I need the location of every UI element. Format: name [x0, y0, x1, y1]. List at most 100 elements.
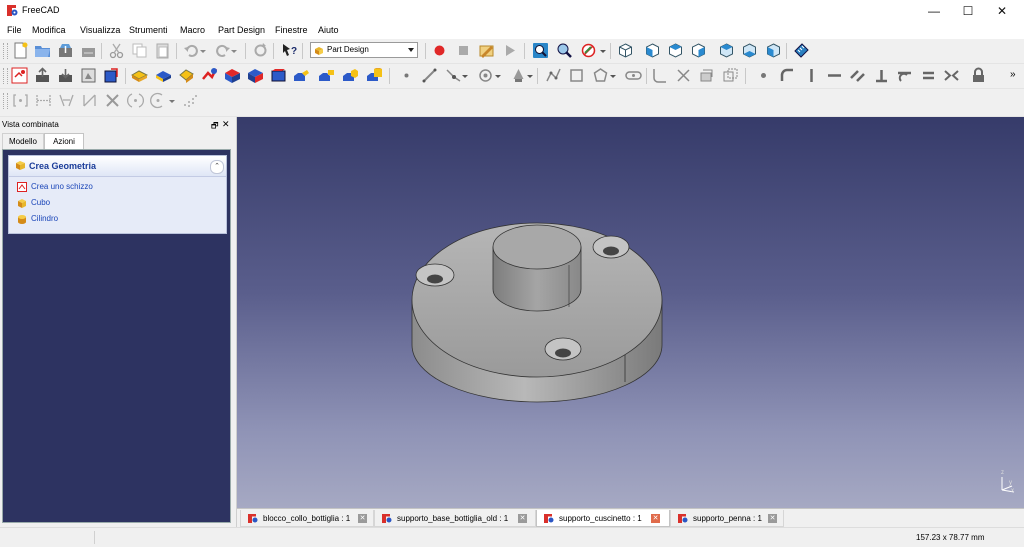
- task-box-header[interactable]: Crea Geometria ⌃: [9, 156, 226, 177]
- constraint-snell-icon[interactable]: [181, 92, 198, 109]
- doc-tab[interactable]: blocco_collo_bottiglia : 1 ✕: [240, 510, 374, 527]
- menu-file[interactable]: File: [7, 25, 22, 35]
- radius-dropdown-icon[interactable]: [168, 92, 176, 109]
- constraint-equal-icon[interactable]: [920, 67, 937, 84]
- view-right-icon[interactable]: [690, 42, 707, 59]
- doc-tab[interactable]: supporto_base_bottiglia_old : 1 ✕: [374, 510, 536, 527]
- sketch-slot-icon[interactable]: [625, 67, 642, 84]
- tab-azioni[interactable]: Azioni: [44, 133, 84, 149]
- constraint-radius-icon[interactable]: [127, 92, 144, 109]
- new-document-icon[interactable]: [12, 42, 29, 59]
- additive-pipe-icon[interactable]: [201, 67, 218, 84]
- panel-close-button[interactable]: ✕: [222, 119, 230, 130]
- cut-icon[interactable]: [108, 42, 125, 59]
- constraint-symmetric-icon[interactable]: [943, 67, 960, 84]
- draw-style-dropdown-icon[interactable]: [599, 42, 607, 59]
- 3d-view[interactable]: z y x: [237, 117, 1024, 508]
- pocket-icon[interactable]: [224, 67, 241, 84]
- menu-macro[interactable]: Macro: [180, 25, 205, 35]
- draw-style-icon[interactable]: [580, 42, 597, 59]
- close-tab-icon[interactable]: ✕: [518, 514, 527, 523]
- measure-distance-icon[interactable]: [793, 42, 810, 59]
- import-icon[interactable]: [57, 67, 74, 84]
- constraint-point-on-object-icon[interactable]: [779, 67, 796, 84]
- minimize-button[interactable]: —: [917, 0, 951, 22]
- datum-plane-icon[interactable]: [445, 67, 462, 84]
- part-model[interactable]: [237, 117, 1024, 508]
- constraint-distance-y-icon[interactable]: [58, 92, 75, 109]
- refresh-icon[interactable]: [252, 42, 269, 59]
- undo-dropdown-icon[interactable]: [199, 42, 207, 59]
- open-folder-icon[interactable]: [34, 42, 51, 59]
- sketch-external-icon[interactable]: [698, 67, 715, 84]
- view-left-icon[interactable]: [765, 42, 782, 59]
- macro-run-icon[interactable]: [501, 42, 518, 59]
- toolbar-overflow-button[interactable]: »: [1010, 69, 1016, 80]
- constraint-angle-icon[interactable]: [104, 92, 121, 109]
- close-tab-icon[interactable]: ✕: [651, 514, 660, 523]
- view-isometric-icon[interactable]: [617, 42, 634, 59]
- sketch-carbon-copy-icon[interactable]: [722, 67, 739, 84]
- datum-point-icon[interactable]: [398, 67, 415, 84]
- menu-aiuto[interactable]: Aiuto: [318, 25, 339, 35]
- create-body-icon[interactable]: [11, 67, 28, 84]
- clone-icon[interactable]: [103, 67, 120, 84]
- view-rear-icon[interactable]: [718, 42, 735, 59]
- additive-primitive-icon[interactable]: [342, 67, 359, 84]
- menu-strumenti[interactable]: Strumenti: [129, 25, 168, 35]
- constraint-parallel-icon[interactable]: [849, 67, 866, 84]
- constraint-coincident-icon[interactable]: [755, 67, 772, 84]
- constraint-perpendicular-icon[interactable]: [873, 67, 890, 84]
- menu-part-design[interactable]: Part Design: [218, 25, 265, 35]
- lcs-dropdown-icon[interactable]: [494, 67, 502, 84]
- groove-icon[interactable]: [270, 67, 287, 84]
- view-bottom-icon[interactable]: [741, 42, 758, 59]
- maximize-button[interactable]: ☐: [951, 0, 985, 22]
- macro-record-icon[interactable]: [431, 42, 448, 59]
- panel-float-button[interactable]: 🗗: [211, 120, 219, 134]
- menu-finestre[interactable]: Finestre: [275, 25, 308, 35]
- toolbar-grip[interactable]: [3, 68, 8, 84]
- datum-dropdown-icon[interactable]: [461, 67, 469, 84]
- doc-tab[interactable]: supporto_penna : 1 ✕: [670, 510, 784, 527]
- toolbar-grip[interactable]: [3, 93, 8, 109]
- sketch-dropdown-icon[interactable]: [526, 67, 534, 84]
- subtractive-pipe-icon[interactable]: [318, 67, 335, 84]
- fit-selection-icon[interactable]: [556, 42, 573, 59]
- paste-icon[interactable]: [154, 42, 171, 59]
- macro-edit-icon[interactable]: [478, 42, 495, 59]
- local-coordinate-system-icon[interactable]: [477, 67, 494, 84]
- workbench-selector[interactable]: Part Design: [310, 42, 418, 58]
- menu-modifica[interactable]: Modifica: [32, 25, 66, 35]
- constraint-vertical-icon[interactable]: [803, 67, 820, 84]
- whats-this-icon[interactable]: ?: [281, 42, 298, 59]
- sketch-on-face-icon[interactable]: [510, 67, 527, 84]
- shape-binder-icon[interactable]: [80, 67, 97, 84]
- doc-tab-active[interactable]: supporto_cuscinetto : 1 ✕: [536, 510, 670, 527]
- constraint-lock-distance-icon[interactable]: [12, 92, 29, 109]
- constraint-tangent-icon[interactable]: [896, 67, 913, 84]
- constraint-horizontal-icon[interactable]: [826, 67, 843, 84]
- save-as-icon[interactable]: [80, 42, 97, 59]
- export-icon[interactable]: [34, 67, 51, 84]
- close-tab-icon[interactable]: ✕: [768, 514, 777, 523]
- view-front-icon[interactable]: [644, 42, 661, 59]
- hole-icon[interactable]: [247, 67, 264, 84]
- subtractive-primitive-icon[interactable]: [366, 67, 383, 84]
- sketch-polygon-icon[interactable]: [592, 67, 609, 84]
- undo-icon[interactable]: [183, 42, 200, 59]
- constraint-distance-icon[interactable]: [81, 92, 98, 109]
- sketch-rectangle-icon[interactable]: [568, 67, 585, 84]
- close-tab-icon[interactable]: ✕: [358, 514, 367, 523]
- constraint-distance-x-icon[interactable]: [35, 92, 52, 109]
- sketch-polyline-icon[interactable]: [545, 67, 562, 84]
- copy-icon[interactable]: [131, 42, 148, 59]
- collapse-button[interactable]: ⌃: [210, 160, 224, 174]
- save-icon[interactable]: [57, 42, 74, 59]
- datum-line-icon[interactable]: [421, 67, 438, 84]
- tab-modello[interactable]: Modello: [2, 133, 44, 149]
- sketch-trim-icon[interactable]: [675, 67, 692, 84]
- revolution-icon[interactable]: [155, 67, 172, 84]
- redo-dropdown-icon[interactable]: [230, 42, 238, 59]
- sketch-fillet-icon[interactable]: [651, 67, 668, 84]
